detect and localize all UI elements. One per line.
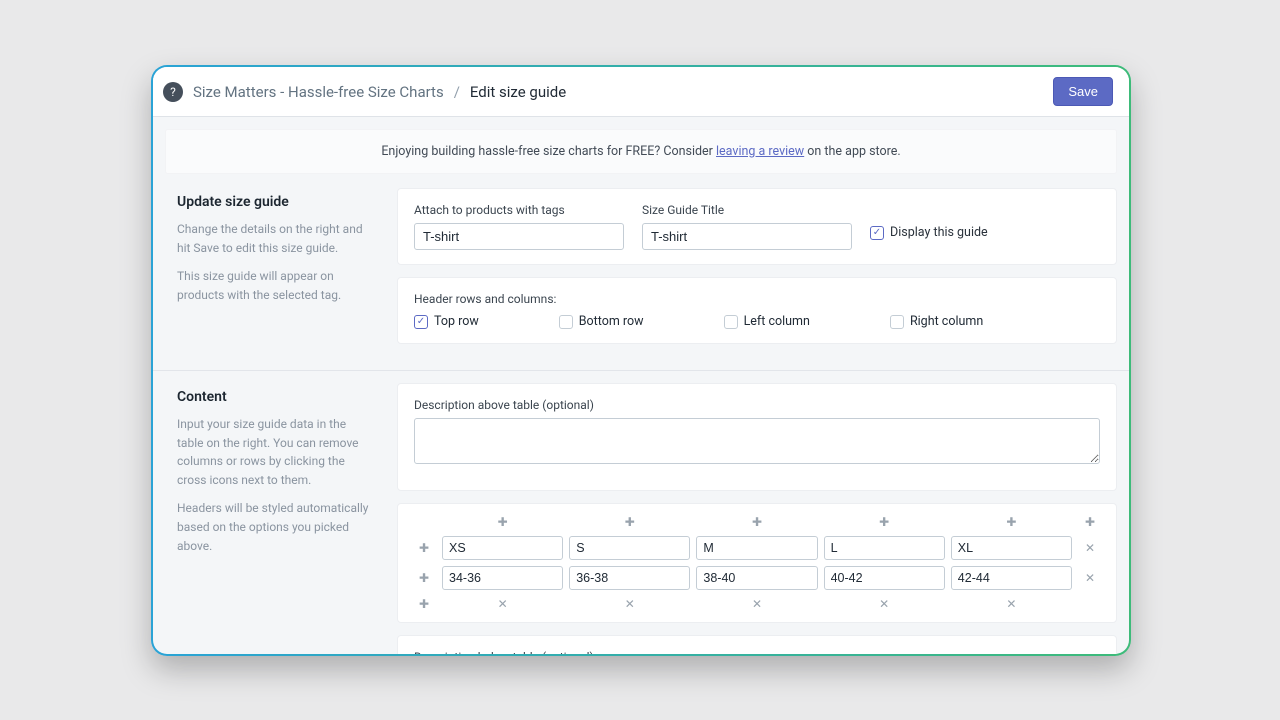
add-column-icon[interactable]: ✚ <box>495 514 511 530</box>
checkbox-left-column[interactable] <box>724 315 738 329</box>
banner-text-pre: Enjoying building hassle-free size chart… <box>381 144 716 159</box>
header-left-column[interactable]: Left column <box>724 314 810 329</box>
page-header: ? Size Matters - Hassle-free Size Charts… <box>153 67 1129 117</box>
desc-below-label: Description below table (optional) <box>414 650 1100 654</box>
display-guide-toggle[interactable]: Display this guide <box>870 225 988 240</box>
content-title: Content <box>177 389 373 405</box>
checkbox-top-row[interactable] <box>414 315 428 329</box>
breadcrumb-current: Edit size guide <box>470 83 566 101</box>
remove-row-icon[interactable]: ✕ <box>1082 570 1098 586</box>
table-cell[interactable] <box>696 536 817 560</box>
table-cell[interactable] <box>824 536 945 560</box>
table-cell[interactable] <box>569 536 690 560</box>
label-bottom-row: Bottom row <box>579 314 644 329</box>
table-cell[interactable] <box>951 536 1072 560</box>
header-right-column[interactable]: Right column <box>890 314 983 329</box>
remove-column-icon[interactable]: ✕ <box>622 596 638 612</box>
title-input[interactable] <box>642 223 852 250</box>
header-top-row[interactable]: Top row <box>414 314 479 329</box>
table-cell[interactable] <box>696 566 817 590</box>
update-help-1: Change the details on the right and hit … <box>177 220 373 257</box>
add-row-icon[interactable]: ✚ <box>416 596 432 612</box>
title-label: Size Guide Title <box>642 203 852 217</box>
table-cell[interactable] <box>442 566 563 590</box>
title-field: Size Guide Title <box>642 203 852 250</box>
section-content: Content Input your size guide data in th… <box>153 383 1129 654</box>
table-cell[interactable] <box>951 566 1072 590</box>
breadcrumb-app-name[interactable]: Size Matters - Hassle-free Size Charts <box>193 83 444 101</box>
add-column-icon[interactable]: ✚ <box>749 514 765 530</box>
content-help-2: Headers will be styled automatically bas… <box>177 499 373 555</box>
label-top-row: Top row <box>434 314 479 329</box>
remove-column-icon[interactable]: ✕ <box>495 596 511 612</box>
leave-review-link[interactable]: leaving a review <box>716 144 804 159</box>
tags-label: Attach to products with tags <box>414 203 624 217</box>
checkbox-bottom-row[interactable] <box>559 315 573 329</box>
add-row-icon[interactable]: ✚ <box>416 570 432 586</box>
breadcrumb-separator: / <box>454 83 460 101</box>
description-below-card: Description below table (optional) <box>397 635 1117 654</box>
content-sidebar: Content Input your size guide data in th… <box>177 383 397 654</box>
remove-row-icon[interactable]: ✕ <box>1082 540 1098 556</box>
add-column-icon[interactable]: ✚ <box>876 514 892 530</box>
add-column-icon[interactable]: ✚ <box>622 514 638 530</box>
display-guide-checkbox[interactable] <box>870 226 884 240</box>
header-options-label: Header rows and columns: <box>414 292 1100 306</box>
size-table-card: ✚ ✚ ✚ ✚ ✚ ✚ ✚ ✕ <box>397 503 1117 623</box>
header-options-card: Header rows and columns: Top row Bottom … <box>397 277 1117 344</box>
app-icon: ? <box>163 82 183 102</box>
section-update: Update size guide Change the details on … <box>153 188 1129 356</box>
desc-above-input[interactable] <box>414 418 1100 464</box>
add-column-icon[interactable]: ✚ <box>1082 514 1098 530</box>
table-cell[interactable] <box>824 566 945 590</box>
checkbox-right-column[interactable] <box>890 315 904 329</box>
tags-input[interactable] <box>414 223 624 250</box>
display-guide-label: Display this guide <box>890 225 988 240</box>
add-column-icon[interactable]: ✚ <box>1003 514 1019 530</box>
add-row-icon[interactable]: ✚ <box>416 540 432 556</box>
update-help-2: This size guide will appear on products … <box>177 267 373 304</box>
breadcrumb: ? Size Matters - Hassle-free Size Charts… <box>163 82 566 102</box>
size-table: ✚ ✚ ✚ ✚ ✚ ✚ ✚ ✕ <box>412 514 1102 612</box>
banner-text-post: on the app store. <box>804 144 900 159</box>
update-sidebar: Update size guide Change the details on … <box>177 188 397 356</box>
header-bottom-row[interactable]: Bottom row <box>559 314 644 329</box>
content-help-1: Input your size guide data in the table … <box>177 415 373 489</box>
remove-column-icon[interactable]: ✕ <box>749 596 765 612</box>
save-button[interactable]: Save <box>1053 77 1113 106</box>
guide-meta-card: Attach to products with tags Size Guide … <box>397 188 1117 265</box>
review-banner: Enjoying building hassle-free size chart… <box>165 129 1117 174</box>
label-left-column: Left column <box>744 314 810 329</box>
remove-column-icon[interactable]: ✕ <box>1003 596 1019 612</box>
remove-column-icon[interactable]: ✕ <box>876 596 892 612</box>
table-cell[interactable] <box>569 566 690 590</box>
desc-above-label: Description above table (optional) <box>414 398 1100 412</box>
table-cell[interactable] <box>442 536 563 560</box>
tags-field: Attach to products with tags <box>414 203 624 250</box>
label-right-column: Right column <box>910 314 983 329</box>
section-divider <box>153 370 1129 371</box>
description-above-card: Description above table (optional) <box>397 383 1117 491</box>
update-title: Update size guide <box>177 194 373 210</box>
